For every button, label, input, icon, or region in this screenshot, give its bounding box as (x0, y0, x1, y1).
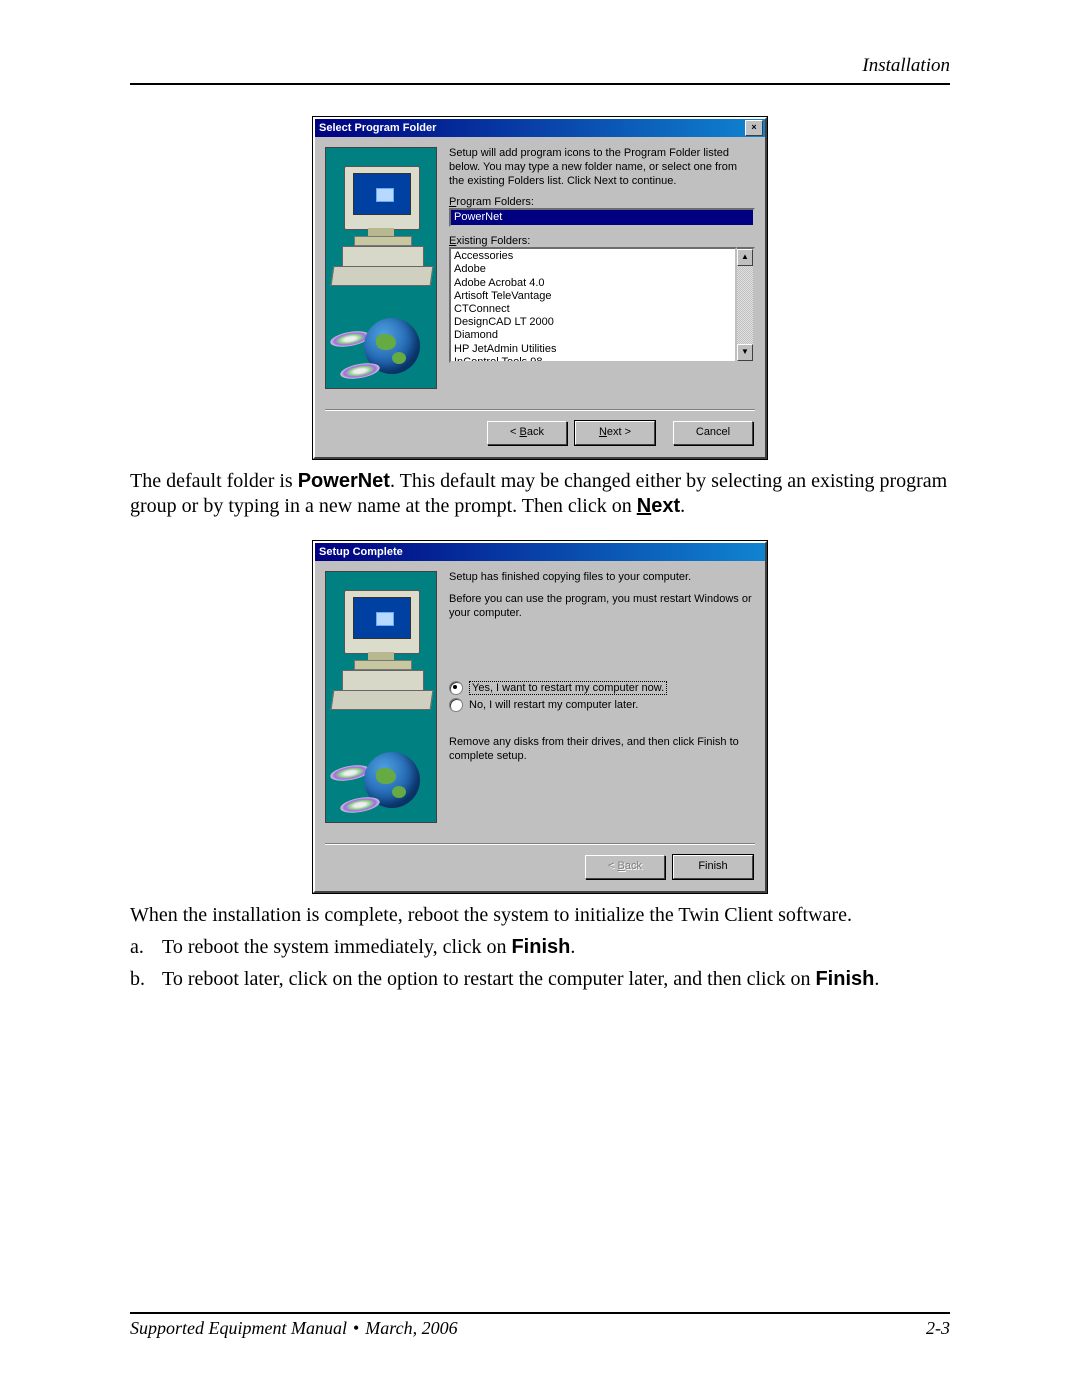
page-footer: Supported Equipment Manual•March, 2006 2… (130, 1312, 950, 1339)
select-program-folder-dialog: Select Program Folder × Setup will add p… (313, 117, 767, 459)
dialog2-titlebar: Setup Complete (315, 543, 765, 561)
list-item[interactable]: Adobe (454, 263, 732, 276)
setup-complete-line1: Setup has finished copying files to your… (449, 571, 755, 585)
list-item[interactable]: DesignCAD LT 2000 (454, 316, 732, 329)
list-item: b. To reboot later, click on the option … (130, 966, 950, 992)
list-item[interactable]: CTConnect (454, 303, 732, 316)
setup-complete-line3: Remove any disks from their drives, and … (449, 736, 755, 764)
cancel-button[interactable]: Cancel (673, 421, 753, 445)
back-button-disabled: < Back (585, 855, 665, 879)
existing-folders-label: Existing Folders: (449, 235, 755, 247)
restart-now-option[interactable]: Yes, I want to restart my computer now. (449, 681, 755, 695)
restart-later-option[interactable]: No, I will restart my computer later. (449, 698, 755, 712)
restart-later-label: No, I will restart my computer later. (469, 699, 638, 711)
reboot-steps-list: a. To reboot the system immediately, cli… (130, 934, 950, 992)
listbox-scrollbar[interactable]: ▲ ▼ (737, 247, 755, 363)
list-item[interactable]: Accessories (454, 250, 732, 263)
list-item[interactable]: Artisoft TeleVantage (454, 290, 732, 303)
page-header: Installation (130, 55, 950, 83)
wizard-graphic (325, 571, 437, 823)
wizard-graphic (325, 147, 437, 389)
radio-icon (449, 681, 463, 695)
list-item: a. To reboot the system immediately, cli… (130, 934, 950, 960)
list-item[interactable]: InControl Tools 98 (454, 356, 732, 364)
dialog1-title: Select Program Folder (319, 122, 436, 134)
existing-folders-listbox[interactable]: Accessories Adobe Adobe Acrobat 4.0 Arti… (449, 247, 737, 363)
restart-now-label: Yes, I want to restart my computer now. (469, 681, 667, 695)
dialog1-titlebar: Select Program Folder × (315, 119, 765, 137)
paragraph-default-folder: The default folder is PowerNet. This def… (130, 469, 950, 519)
list-item[interactable]: Diamond (454, 329, 732, 342)
setup-complete-line2: Before you can use the program, you must… (449, 593, 755, 621)
finish-button[interactable]: Finish (673, 855, 753, 879)
scroll-down-icon[interactable]: ▼ (737, 344, 753, 361)
program-folder-input[interactable]: PowerNet (449, 208, 755, 227)
footer-left: Supported Equipment Manual•March, 2006 (130, 1318, 458, 1339)
dialog1-intro: Setup will add program icons to the Prog… (449, 147, 755, 188)
dialog-separator (325, 843, 755, 845)
page-number: 2-3 (926, 1318, 950, 1339)
next-button[interactable]: Next > (575, 421, 655, 445)
header-rule (130, 83, 950, 85)
list-item[interactable]: HP JetAdmin Utilities (454, 343, 732, 356)
dialog-separator (325, 409, 755, 411)
list-item[interactable]: Adobe Acrobat 4.0 (454, 277, 732, 290)
close-icon[interactable]: × (745, 120, 763, 136)
back-button[interactable]: < Back (487, 421, 567, 445)
setup-complete-dialog: Setup Complete Setup has finished copyin… (313, 541, 767, 893)
scroll-up-icon[interactable]: ▲ (737, 249, 753, 266)
dialog2-title: Setup Complete (319, 546, 403, 558)
radio-icon (449, 698, 463, 712)
paragraph-reboot: When the installation is complete, reboo… (130, 903, 950, 928)
program-folders-label: Program Folders: (449, 196, 755, 208)
